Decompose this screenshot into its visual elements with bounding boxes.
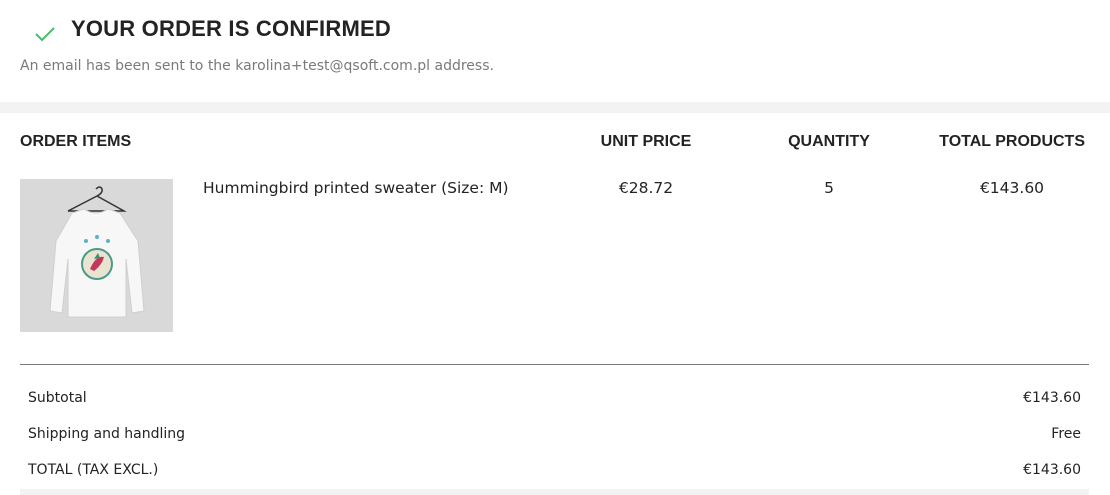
- subtotal-label: Subtotal: [28, 390, 87, 406]
- confirmation-message: An email has been sent to the karolina+t…: [20, 58, 494, 74]
- section-separator: [0, 102, 1110, 113]
- header-total-products: TOTAL PRODUCTS: [939, 133, 1085, 150]
- header-quantity: QUANTITY: [788, 133, 870, 150]
- order-confirmation-section: YOUR ORDER IS CONFIRMED An email has bee…: [0, 0, 1110, 102]
- check-icon: [35, 27, 55, 42]
- product-image[interactable]: [20, 179, 173, 332]
- totals-divider: [20, 364, 1089, 365]
- product-name: Hummingbird printed sweater (Size: M): [203, 179, 509, 197]
- header-unit-price: UNIT PRICE: [600, 133, 692, 150]
- subtotal-value: €143.60: [1023, 390, 1081, 406]
- sweater-image: [20, 179, 173, 332]
- unit-price-value: €28.72: [618, 179, 674, 197]
- total-products-value: €143.60: [979, 179, 1045, 197]
- quantity-value: 5: [824, 179, 834, 197]
- totals-footer-band: [20, 489, 1089, 495]
- total-tax-excl-label: TOTAL (TAX EXCL.): [28, 462, 159, 478]
- shipping-label: Shipping and handling: [28, 426, 186, 442]
- confirmation-title: YOUR ORDER IS CONFIRMED: [71, 16, 391, 41]
- order-items-section: ORDER ITEMS UNIT PRICE QUANTITY TOTAL PR…: [0, 113, 1110, 495]
- shipping-value: Free: [1051, 426, 1081, 442]
- header-order-items: ORDER ITEMS: [20, 133, 132, 150]
- total-tax-excl-value: €143.60: [1023, 462, 1081, 478]
